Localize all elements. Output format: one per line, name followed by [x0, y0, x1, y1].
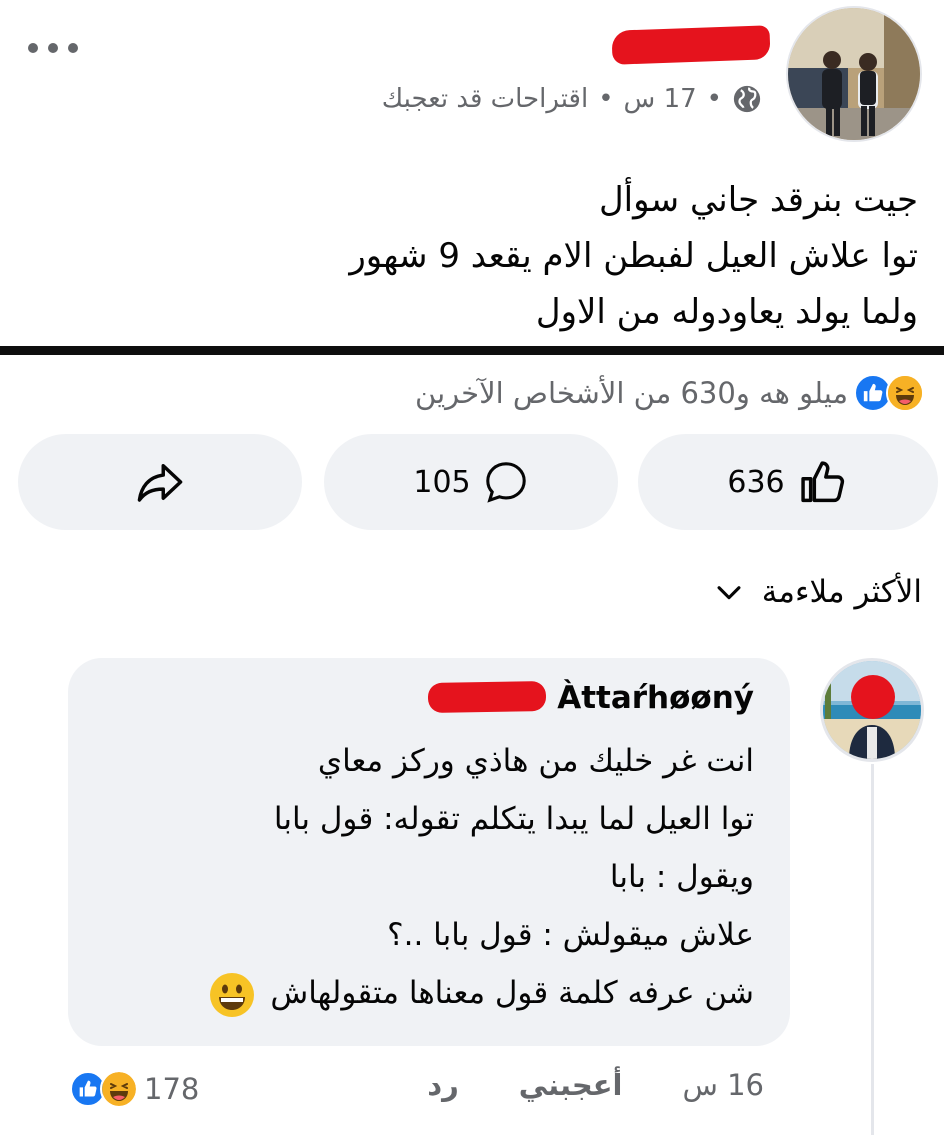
reactions-summary[interactable]: ميلو هه و630 من الأشخاص الآخرين: [415, 374, 924, 412]
post-line: جيت بنرقد جاني سوأل: [598, 180, 918, 220]
divider: [0, 346, 944, 355]
meta-separator: •: [706, 84, 722, 114]
post-time[interactable]: 17 س: [624, 84, 697, 114]
comment-line: انت غر خليك من هاذي وركز معاي: [317, 743, 754, 779]
more-options-icon[interactable]: [28, 36, 84, 60]
suggestion-label: اقتراحات قد تعجبك: [381, 84, 589, 114]
comment-actions: 16 س أعجبني رد: [427, 1068, 764, 1102]
comment-reactions[interactable]: 178: [70, 1070, 199, 1108]
comment-line: توا العيل لما يبدا يتكلم تقوله: قول بابا: [273, 801, 754, 837]
comment-count: 105: [413, 464, 471, 500]
post-line: توا علاش العيل لفبطن الام يقعد 9 شهور: [349, 236, 918, 276]
chevron-down-icon: [717, 586, 741, 600]
meta-separator: •: [598, 84, 614, 114]
comment-reply-button[interactable]: رد: [427, 1068, 459, 1102]
share-arrow-icon: [137, 464, 183, 502]
share-button[interactable]: [18, 434, 302, 530]
post-header: • 17 س • اقتراحات قد تعجبك: [0, 0, 944, 150]
sort-label: الأكثر ملاءمة: [761, 574, 922, 610]
grinning-emoji-icon: [209, 972, 254, 1017]
like-button[interactable]: 636: [638, 434, 938, 530]
like-count: 636: [727, 464, 785, 500]
comment-icon: [485, 462, 526, 503]
post-line: ولما يولد يعاودوله من الاول: [535, 292, 918, 332]
author-avatar[interactable]: [786, 6, 922, 142]
sort-dropdown[interactable]: الأكثر ملاءمة: [712, 574, 922, 610]
haha-reaction-icon: [886, 374, 924, 412]
comment-line-last: شن عرفه كلمة قول معناها متقولهاش: [68, 964, 754, 1022]
globe-icon: [733, 85, 761, 113]
thumbs-up-icon: [800, 461, 844, 503]
haha-reaction-icon: [100, 1070, 138, 1108]
comment-like-button[interactable]: أعجبني: [519, 1068, 623, 1102]
comment-button[interactable]: 105: [324, 434, 618, 530]
comment-line: علاش ميقولش : قول بابا ..؟: [387, 917, 754, 953]
post-body: جيت بنرقد جاني سوأل توا علاش العيل لفبطن…: [278, 172, 918, 340]
reaction-icons: [854, 374, 924, 412]
reactions-text: ميلو هه و630 من الأشخاص الآخرين: [415, 376, 848, 410]
redacted-author-name: [611, 25, 771, 65]
comment-time[interactable]: 16 س: [682, 1068, 764, 1102]
comment-author-name[interactable]: Àttaŕhøøný: [557, 680, 754, 716]
comment-line: ويقول : بابا: [609, 859, 754, 895]
redacted-name-part: [427, 680, 547, 714]
comment-bubble: Àttaŕhøøný انت غر خليك من هاذي وركز معاي…: [68, 658, 790, 1046]
thread-line: [871, 764, 874, 1135]
commenter-avatar[interactable]: [820, 658, 924, 762]
post-meta: • 17 س • اقتراحات قد تعجبك: [382, 84, 762, 114]
comment-author[interactable]: Àttaŕhøøný: [68, 680, 754, 732]
comment-line: شن عرفه كلمة قول معناها متقولهاش: [270, 975, 754, 1011]
comment-body: انت غر خليك من هاذي وركز معاي توا العيل …: [68, 732, 754, 1022]
comment-reaction-count: 178: [144, 1072, 200, 1106]
